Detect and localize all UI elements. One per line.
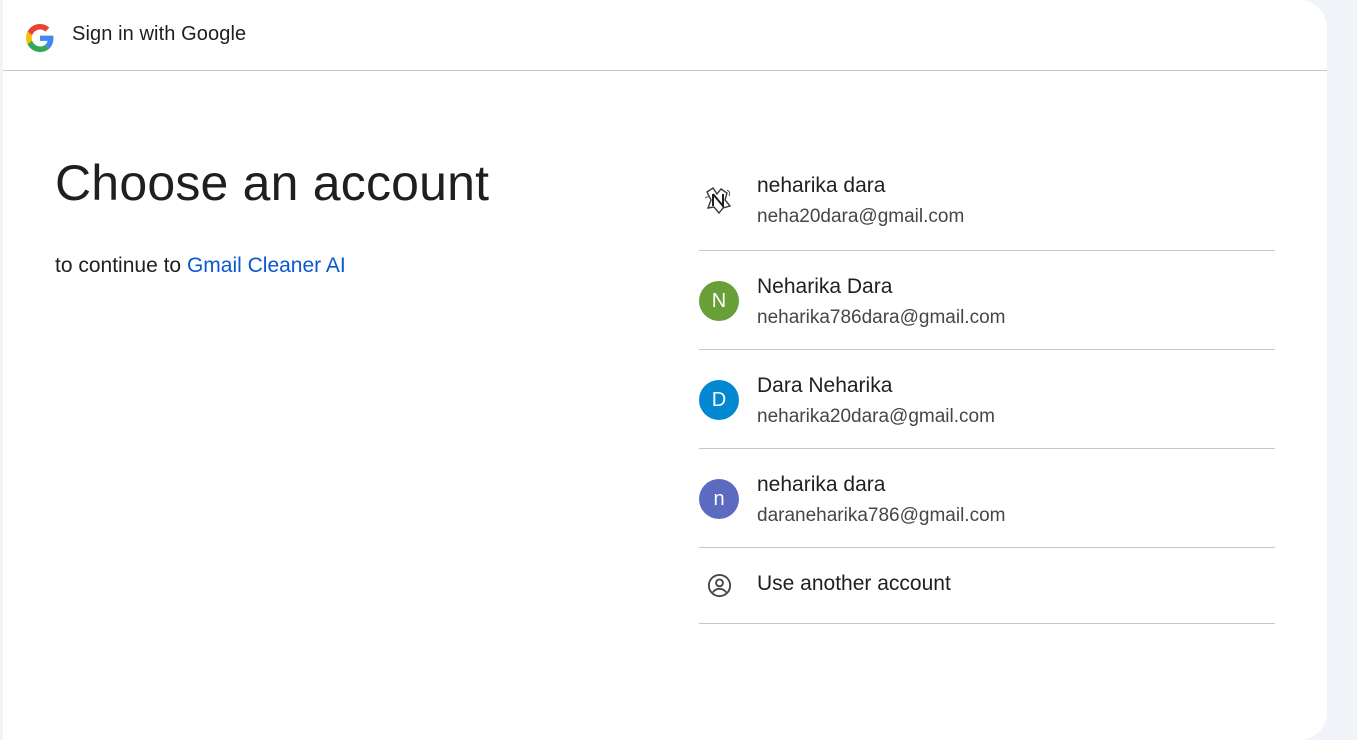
sign-in-card: Sign in with Google Choose an account to… bbox=[3, 0, 1327, 740]
account-circle-icon bbox=[707, 573, 732, 598]
account-email: daraneharika786@gmail.com bbox=[757, 505, 1006, 526]
account-email: neharika20dara@gmail.com bbox=[757, 406, 995, 427]
avatar: n bbox=[699, 479, 739, 519]
avatar: D bbox=[699, 380, 739, 420]
account-item[interactable]: D Dara Neharika neharika20dara@gmail.com bbox=[699, 350, 1275, 449]
account-item[interactable]: N Neharika Dara neharika786dara@gmail.co… bbox=[699, 251, 1275, 350]
account-name: neharika dara bbox=[757, 473, 886, 496]
profile-photo-icon bbox=[700, 181, 738, 219]
subtitle: to continue to Gmail Cleaner AI bbox=[55, 254, 346, 278]
app-name-link[interactable]: Gmail Cleaner AI bbox=[187, 254, 346, 277]
header-title: Sign in with Google bbox=[72, 23, 247, 45]
account-item[interactable]: n neharika dara daraneharika786@gmail.co… bbox=[699, 449, 1275, 548]
account-name: Dara Neharika bbox=[757, 374, 893, 397]
account-name: neharika dara bbox=[757, 174, 886, 197]
account-list: neharika dara neha20dara@gmail.com N Neh… bbox=[699, 150, 1275, 624]
avatar: N bbox=[699, 281, 739, 321]
account-name: Neharika Dara bbox=[757, 275, 893, 298]
header-bar: Sign in with Google bbox=[3, 0, 1327, 71]
use-another-account-label: Use another account bbox=[757, 572, 951, 595]
google-g-icon bbox=[26, 24, 54, 52]
account-email: neha20dara@gmail.com bbox=[757, 206, 965, 227]
subtitle-prefix: to continue to bbox=[55, 254, 182, 277]
account-item[interactable]: neharika dara neha20dara@gmail.com bbox=[699, 150, 1275, 251]
use-another-account-button[interactable]: Use another account bbox=[699, 548, 1275, 624]
account-email: neharika786dara@gmail.com bbox=[757, 307, 1006, 328]
avatar bbox=[699, 180, 739, 220]
page-title: Choose an account bbox=[55, 155, 490, 211]
